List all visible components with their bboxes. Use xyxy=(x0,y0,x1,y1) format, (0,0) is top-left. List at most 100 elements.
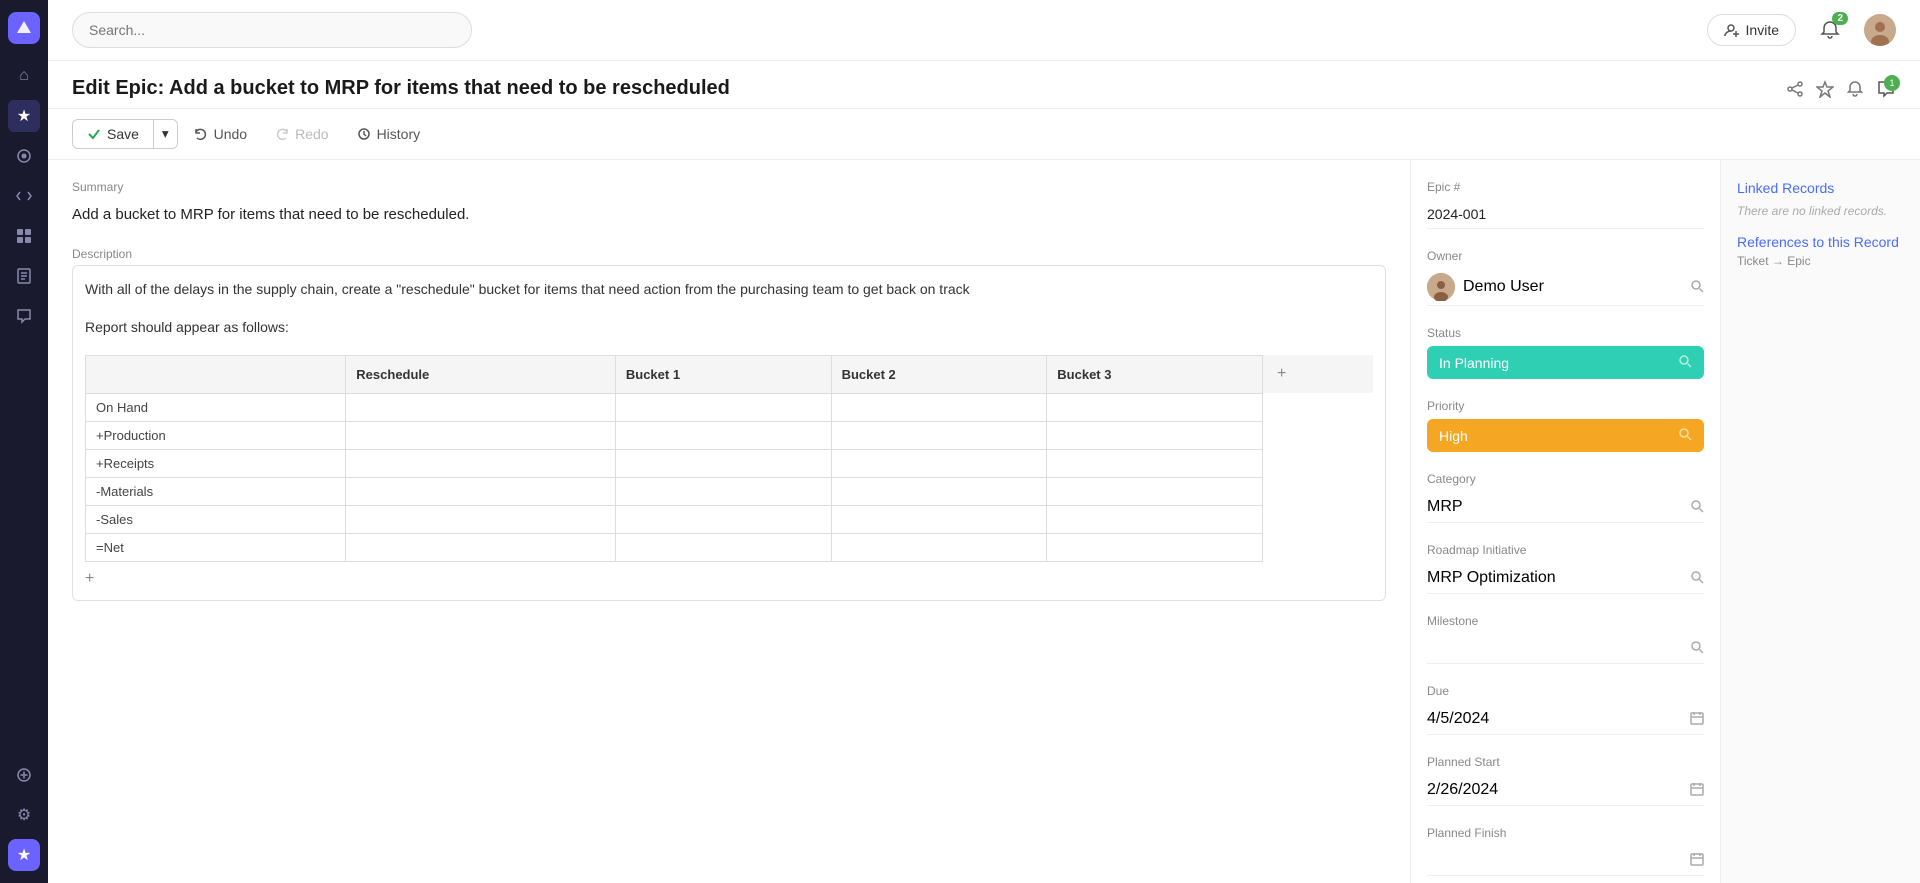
no-records-text: There are no linked records. xyxy=(1737,204,1904,218)
row-label-1: +Production xyxy=(86,421,346,449)
add-column-button[interactable]: + xyxy=(1273,361,1290,387)
owner-search-icon xyxy=(1690,279,1704,293)
sidebar-item-star[interactable]: ★ xyxy=(8,100,40,132)
planned-start-value: 2/26/2024 xyxy=(1427,781,1498,799)
undo-icon xyxy=(194,127,208,141)
priority-label: Priority xyxy=(1427,399,1704,413)
save-label: Save xyxy=(107,126,139,142)
milestone-row xyxy=(1427,634,1704,664)
row-label-5: =Net xyxy=(86,533,346,561)
table-header-3: Bucket 2 xyxy=(831,355,1047,393)
table-row: +Receipts xyxy=(86,449,1373,477)
sidebar: ⌂ ★ xyxy=(0,0,48,883)
status-field: Status In Planning xyxy=(1427,326,1704,379)
invite-button[interactable]: Invite xyxy=(1707,14,1796,46)
comment-button[interactable]: 1 xyxy=(1876,79,1896,99)
row-label-4: -Sales xyxy=(86,505,346,533)
owner-field: Owner Demo User xyxy=(1427,249,1704,306)
roadmap-search-button[interactable] xyxy=(1690,570,1704,587)
invite-label: Invite xyxy=(1746,22,1779,38)
priority-search-icon xyxy=(1678,427,1692,444)
table-row: On Hand xyxy=(86,393,1373,421)
table-header-4: Bucket 3 xyxy=(1047,355,1263,393)
notification-button[interactable]: 2 xyxy=(1812,12,1848,48)
notification-item-button[interactable] xyxy=(1846,80,1864,98)
planned-start-calendar-icon xyxy=(1690,782,1704,796)
summary-value: Add a bucket to MRP for items that need … xyxy=(72,198,1386,231)
planned-start-calendar-button[interactable] xyxy=(1690,782,1704,799)
status-value[interactable]: In Planning xyxy=(1427,346,1704,379)
add-row-button[interactable]: + xyxy=(85,562,94,588)
category-value: MRP xyxy=(1427,498,1463,516)
undo-button[interactable]: Undo xyxy=(182,120,259,148)
body-area: Summary Add a bucket to MRP for items th… xyxy=(48,160,1920,883)
category-search-button[interactable] xyxy=(1690,499,1704,516)
save-dropdown-button[interactable]: ▾ xyxy=(154,120,177,148)
due-calendar-button[interactable] xyxy=(1690,711,1704,728)
linked-records-title[interactable]: Linked Records xyxy=(1737,180,1904,196)
top-bar: Invite 2 xyxy=(48,0,1920,61)
top-bar-right: Invite 2 xyxy=(1707,12,1896,48)
sidebar-item-chat[interactable] xyxy=(8,300,40,332)
epic-number-value: 2024-001 xyxy=(1427,200,1704,229)
planned-finish-field: Planned Finish xyxy=(1427,826,1704,876)
bell-item-icon xyxy=(1846,80,1864,98)
description-label: Description xyxy=(72,247,1386,261)
table-row: -Sales xyxy=(86,505,1373,533)
owner-search-button[interactable] xyxy=(1690,279,1704,296)
redo-icon xyxy=(275,127,289,141)
history-icon xyxy=(357,127,371,141)
due-field: Due 4/5/2024 xyxy=(1427,684,1704,735)
sidebar-item-docs[interactable] xyxy=(8,260,40,292)
priority-value[interactable]: High xyxy=(1427,419,1704,452)
table-row: -Materials xyxy=(86,477,1373,505)
avatar[interactable] xyxy=(1864,14,1896,46)
category-label: Category xyxy=(1427,472,1704,486)
save-button[interactable]: Save xyxy=(73,120,154,148)
sidebar-item-board[interactable] xyxy=(8,220,40,252)
table-header-0 xyxy=(86,355,346,393)
sidebar-item-code[interactable] xyxy=(8,180,40,212)
share-icon xyxy=(1786,80,1804,98)
planned-finish-label: Planned Finish xyxy=(1427,826,1704,840)
app-logo[interactable] xyxy=(8,12,40,44)
redo-button[interactable]: Redo xyxy=(263,120,340,148)
toolbar: Save ▾ Undo Redo History xyxy=(48,109,1920,160)
milestone-field: Milestone xyxy=(1427,614,1704,664)
milestone-search-button[interactable] xyxy=(1690,640,1704,657)
avatar-image xyxy=(1864,14,1896,46)
roadmap-search-icon xyxy=(1690,570,1704,584)
sidebar-item-message[interactable] xyxy=(8,759,40,791)
share-button[interactable] xyxy=(1786,80,1804,98)
table-header-2: Bucket 1 xyxy=(615,355,831,393)
sidebar-item-support[interactable] xyxy=(8,140,40,172)
sidebar-item-settings[interactable]: ⚙ xyxy=(8,799,40,831)
roadmap-row: MRP Optimization xyxy=(1427,563,1704,594)
owner-row: Demo User xyxy=(1427,269,1704,306)
search-input[interactable] xyxy=(72,12,472,48)
roadmap-field: Roadmap Initiative MRP Optimization xyxy=(1427,543,1704,594)
priority-text: High xyxy=(1439,428,1468,444)
redo-label: Redo xyxy=(295,126,328,142)
description-table: Reschedule Bucket 1 Bucket 2 Bucket 3 + … xyxy=(85,355,1373,562)
favorite-button[interactable] xyxy=(1816,80,1834,98)
planned-start-row: 2/26/2024 xyxy=(1427,775,1704,806)
sidebar-item-home[interactable]: ⌂ xyxy=(8,60,40,92)
history-button[interactable]: History xyxy=(345,120,433,148)
calendar-icon xyxy=(1690,711,1704,725)
planned-finish-calendar-button[interactable] xyxy=(1690,852,1704,869)
sidebar-item-logo-bottom[interactable]: ★ xyxy=(8,839,40,871)
status-search-icon xyxy=(1678,354,1692,371)
references-title[interactable]: References to this Record xyxy=(1737,234,1904,250)
planned-start-field: Planned Start 2/26/2024 xyxy=(1427,755,1704,806)
due-value: 4/5/2024 xyxy=(1427,710,1489,728)
description-box[interactable]: With all of the delays in the supply cha… xyxy=(72,265,1386,601)
category-field: Category MRP xyxy=(1427,472,1704,523)
epic-number-field: Epic # 2024-001 xyxy=(1427,180,1704,229)
description-text-2: Report should appear as follows: xyxy=(85,316,1373,338)
references-sub: Ticket → Epic xyxy=(1737,254,1904,268)
planned-start-label: Planned Start xyxy=(1427,755,1704,769)
history-label: History xyxy=(377,126,421,142)
row-label-2: +Receipts xyxy=(86,449,346,477)
row-label-0: On Hand xyxy=(86,393,346,421)
